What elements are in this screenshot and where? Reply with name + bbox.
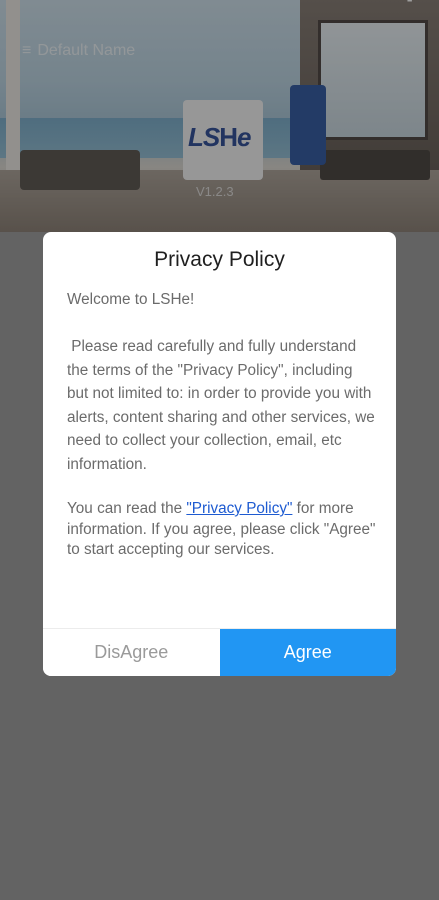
read-more-text: You can read the "Privacy Policy" for mo… — [67, 499, 377, 561]
disagree-button[interactable]: DisAgree — [43, 629, 220, 676]
intro-text: Please read carefully and fully understa… — [67, 338, 380, 473]
welcome-text: Welcome to LSHe! — [67, 291, 195, 308]
privacy-policy-link[interactable]: "Privacy Policy" — [186, 500, 292, 517]
dialog-button-row: DisAgree Agree — [43, 628, 396, 676]
read-prefix: You can read the — [67, 500, 187, 517]
dialog-body: Welcome to LSHe! Please read carefully a… — [67, 288, 377, 561]
agree-button[interactable]: Agree — [219, 629, 396, 676]
dialog-title: Privacy Policy — [154, 248, 285, 271]
privacy-policy-dialog: Privacy Policy Welcome to LSHe! Please r… — [43, 232, 396, 676]
